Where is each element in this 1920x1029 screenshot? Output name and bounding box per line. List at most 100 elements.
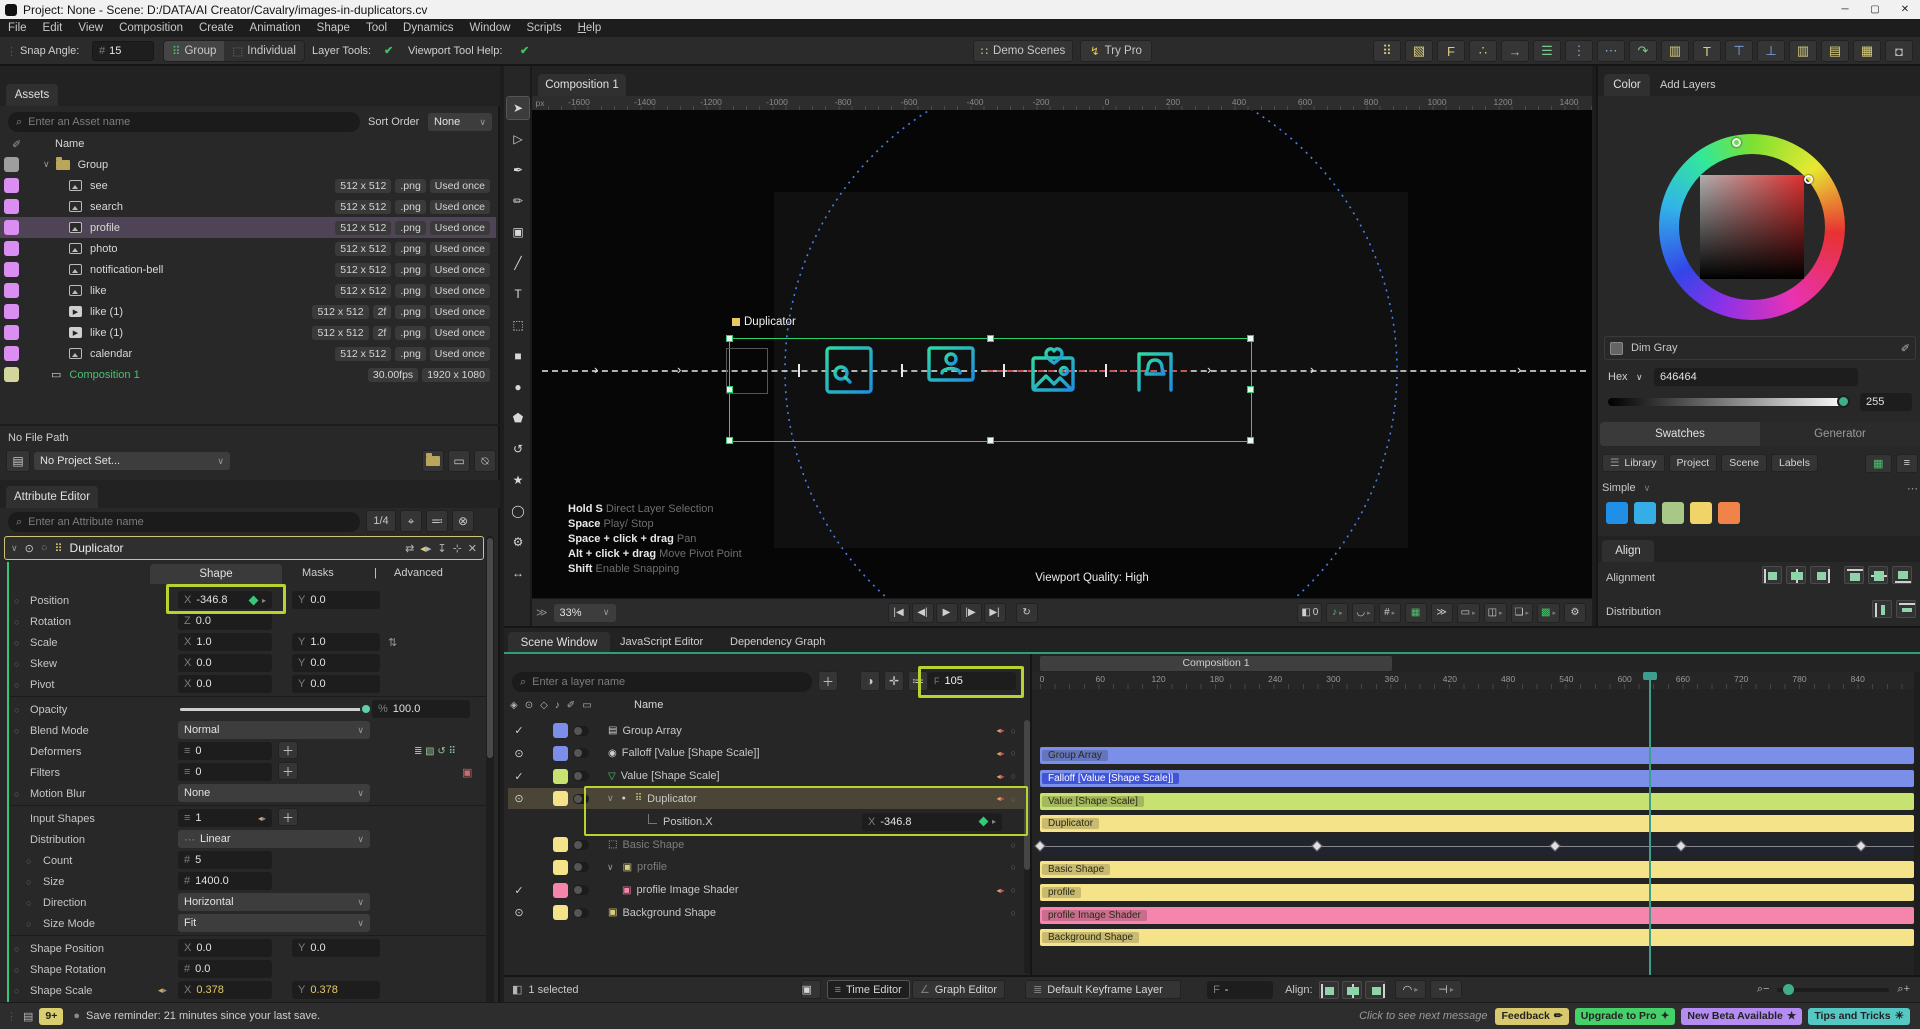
hex-input[interactable]: 646464	[1654, 368, 1858, 386]
attribute-field[interactable]: ≡0	[178, 742, 272, 760]
asset-row[interactable]: ▭Composition 130.00fps1920 x 1080	[0, 364, 496, 385]
align-r-button[interactable]	[1810, 566, 1830, 584]
lock-icon[interactable]: ◈	[510, 700, 518, 711]
opacity-slider[interactable]	[180, 708, 368, 711]
swatch-menu-dots[interactable]: ⋯	[1907, 482, 1918, 495]
attribute-field[interactable]: X0.0	[178, 675, 272, 693]
snap-keys-button[interactable]: ⊣▸	[1430, 980, 1462, 999]
stack-dots-icon[interactable]: ⋮	[1565, 40, 1593, 62]
socket-circle[interactable]: ○	[14, 617, 19, 627]
keyframe-arrows[interactable]: ◂▸	[158, 985, 167, 996]
attribute-dropdown[interactable]: Fit∨	[178, 914, 370, 932]
attribute-field[interactable]: ≡0	[178, 763, 272, 781]
tab-advanced[interactable]: Advanced	[394, 567, 443, 579]
individual-mode-button[interactable]: ⬚Individual	[224, 41, 303, 61]
attribute-field[interactable]: ≡1◂▸	[178, 809, 272, 827]
alpha-slider-knob[interactable]	[1837, 395, 1850, 408]
color-swatch[interactable]	[1634, 502, 1656, 524]
menu-tool[interactable]: Tool	[358, 22, 395, 34]
keyframe-arrows[interactable]: ◂▸	[997, 726, 1005, 735]
list-view-button[interactable]: ≡	[1896, 454, 1918, 473]
layer-visibility-toggle[interactable]: ⊙	[508, 906, 530, 919]
asset-row[interactable]: see512 x 512.pngUsed once	[0, 175, 496, 196]
graph-editor-button[interactable]: ∠Graph Editor	[912, 980, 1005, 999]
layer-color-swatch[interactable]	[553, 723, 568, 738]
message-count-badge[interactable]: 9+	[39, 1008, 63, 1025]
distribute-v-button[interactable]	[1896, 600, 1916, 618]
grid-icon[interactable]: #▸	[1379, 603, 1401, 623]
snap-angle-input[interactable]: #15	[92, 41, 154, 61]
empty-slot[interactable]	[726, 348, 768, 394]
socket-circle[interactable]: ○	[14, 638, 19, 648]
layer-enable-toggle[interactable]: ✓	[508, 770, 530, 783]
socket-circle[interactable]: ○	[1011, 748, 1016, 758]
selected-toggle-icon[interactable]: ◧	[512, 983, 522, 996]
attribute-dropdown[interactable]: None∨	[178, 784, 370, 802]
expand-icon[interactable]: ≫	[536, 606, 548, 619]
image-tool[interactable]: ▣	[506, 220, 530, 244]
grid-view-button[interactable]: ▦	[1865, 454, 1891, 473]
layer-row[interactable]: ⊙▣Background Shape○	[508, 902, 1024, 923]
keyframe-track[interactable]	[1040, 838, 1914, 855]
timeline-scrollbar[interactable]	[1914, 672, 1920, 1002]
attribute-search-input[interactable]: ⌕Enter an Attribute name	[8, 512, 360, 532]
layer-enable-toggle[interactable]: ✓	[508, 724, 530, 737]
settings-tool[interactable]: ⚙	[506, 530, 530, 554]
align-m-button[interactable]	[1868, 566, 1888, 584]
socket-circle[interactable]: ○	[14, 986, 19, 996]
deformer-extra-icons[interactable]: ≣ ▧ ↺ ⠿	[414, 746, 456, 757]
polygon-tool[interactable]: ⬟	[506, 406, 530, 430]
copy-frame-icon[interactable]: ❏▸	[1511, 603, 1533, 623]
keyframe-layer-dropdown[interactable]: ≣Default Keyframe Layer	[1025, 980, 1181, 999]
selection-handle[interactable]	[987, 437, 994, 444]
align-c-button[interactable]	[1786, 566, 1806, 584]
checker-icon[interactable]: ▩▸	[1537, 603, 1560, 623]
socket-circle[interactable]: ○	[26, 919, 31, 929]
slant-t-icon[interactable]: T	[1693, 40, 1721, 62]
project-set-icon[interactable]: ▤	[6, 450, 30, 472]
asset-row[interactable]: ▶like (1)512 x 5122f.pngUsed once	[0, 322, 496, 343]
tab-dependency-graph[interactable]: Dependency Graph	[730, 636, 825, 648]
socket-circle[interactable]: ○	[14, 659, 19, 669]
toggle-icon[interactable]: ▭	[582, 700, 591, 711]
go-end-button[interactable]: ▶|	[984, 603, 1006, 623]
source-library-button[interactable]: ☰Library	[1602, 454, 1665, 472]
ellipsis-dots-icon[interactable]: ⋯	[1597, 40, 1625, 62]
timeline-bar[interactable]: Group Array	[1040, 747, 1914, 764]
layer-row[interactable]: ∨▣profile○	[508, 857, 1024, 878]
layer-color-swatch[interactable]	[553, 769, 568, 784]
tab-assets[interactable]: Assets	[6, 84, 58, 106]
columns-2-icon[interactable]: ▥	[1789, 40, 1817, 62]
asset-row[interactable]: search512 x 512.pngUsed once	[0, 196, 496, 217]
keyframe-arrows[interactable]: ◂▸	[258, 814, 266, 823]
keyframe-diamond[interactable]	[1549, 841, 1560, 852]
attribute-field[interactable]: X0.0	[178, 654, 272, 672]
eyedropper-icon[interactable]: ✐	[567, 700, 575, 711]
keyframe-diamond[interactable]	[1675, 841, 1686, 852]
filter-magic-button[interactable]: ✛	[884, 671, 904, 691]
asset-row[interactable]: notification-bell512 x 512.pngUsed once	[0, 259, 496, 280]
socket-circle[interactable]: ○	[14, 944, 19, 954]
settings-gear-icon[interactable]: ⚙	[1564, 603, 1586, 623]
tab-attribute-editor[interactable]: Attribute Editor	[6, 486, 98, 508]
layer-visibility-toggle[interactable]: ⊙	[508, 747, 530, 760]
asset-row[interactable]: calendar512 x 512.pngUsed once	[0, 343, 496, 364]
add-button[interactable]: ＋	[278, 808, 298, 826]
color-swatch[interactable]	[1662, 502, 1684, 524]
menu-scripts[interactable]: Scripts	[518, 22, 569, 34]
layer-visibility-toggle[interactable]: ⊙	[508, 792, 530, 805]
attribute-value-field[interactable]: X-346.8▸	[862, 813, 1002, 831]
attribute-field[interactable]: #5	[178, 851, 272, 869]
align-t-button[interactable]	[1844, 566, 1864, 584]
layer-render-toggle[interactable]	[573, 748, 589, 758]
layer-color-swatch[interactable]	[553, 883, 568, 898]
rows-icon[interactable]: ▤	[1821, 40, 1849, 62]
socket-circle[interactable]: ○	[14, 965, 19, 975]
color-swatch[interactable]	[1690, 502, 1712, 524]
tab-color[interactable]: Color	[1604, 74, 1650, 96]
expand-chevron-icon[interactable]: ∨	[607, 862, 614, 873]
socket-circle[interactable]: ○	[14, 596, 19, 606]
add-layer-button[interactable]: ＋	[818, 671, 838, 691]
cube-icon[interactable]: ◇	[540, 700, 548, 711]
direct-select-tool[interactable]: ▷	[506, 127, 530, 151]
